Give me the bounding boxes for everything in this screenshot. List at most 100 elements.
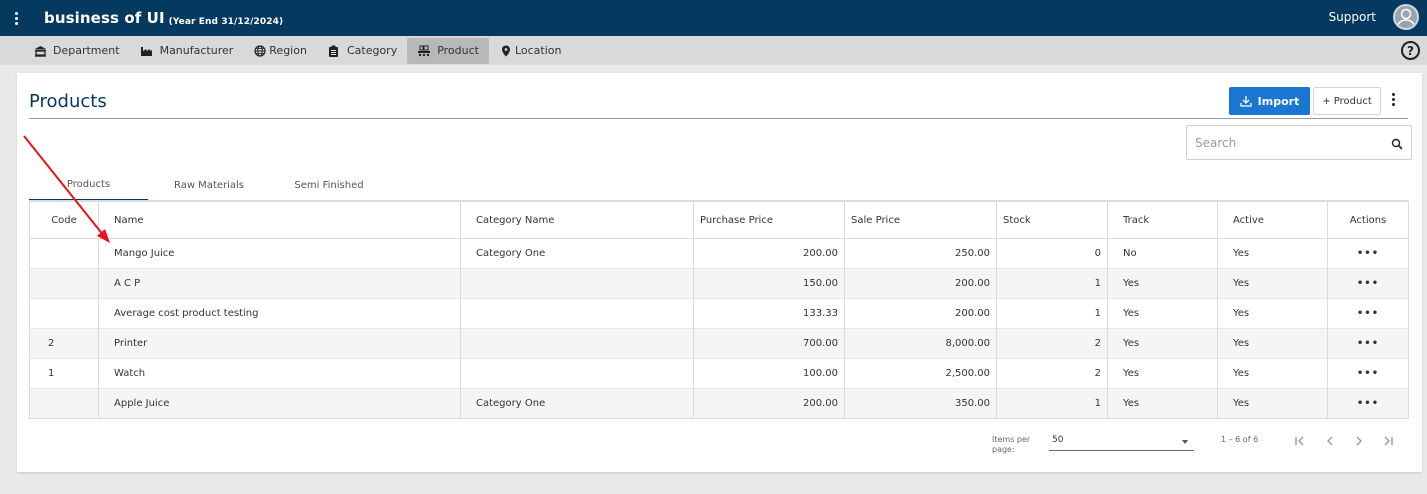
support-link[interactable]: Support xyxy=(1329,10,1376,24)
cell-sale-price: 350.00 xyxy=(844,388,997,419)
cell-name: Printer xyxy=(98,328,461,359)
cell-code xyxy=(29,238,99,269)
cell-track: Yes xyxy=(1107,358,1218,389)
table-header-row: Code Name Category Name Purchase Price S… xyxy=(29,201,1409,239)
page-range-label: 1 – 6 of 6 xyxy=(1221,435,1259,444)
cell-name: A C P xyxy=(98,268,461,299)
cell-category xyxy=(460,358,694,389)
cell-category xyxy=(460,268,694,299)
cell-code xyxy=(29,268,99,299)
more-options-icon[interactable] xyxy=(1389,93,1397,109)
cell-track: Yes xyxy=(1107,268,1218,299)
table-row[interactable]: A C P 150.00 200.00 1 Yes Yes ••• xyxy=(29,268,1409,299)
next-page-icon[interactable] xyxy=(1349,431,1369,451)
user-avatar-icon[interactable] xyxy=(1393,4,1419,30)
cell-track: Yes xyxy=(1107,388,1218,419)
table-row[interactable]: Apple Juice Category One 200.00 350.00 1… xyxy=(29,388,1409,419)
cell-purchase-price: 200.00 xyxy=(693,388,845,419)
column-header-purchase-price[interactable]: Purchase Price xyxy=(693,201,845,239)
help-icon[interactable]: ? xyxy=(1401,41,1420,60)
cell-stock: 2 xyxy=(996,328,1108,359)
column-header-active[interactable]: Active xyxy=(1217,201,1328,239)
cell-purchase-price: 133.33 xyxy=(693,298,845,329)
column-header-sale-price[interactable]: Sale Price xyxy=(844,201,997,239)
row-actions-icon[interactable]: ••• xyxy=(1327,358,1409,389)
items-per-page-label: Items per page: xyxy=(992,435,1031,454)
items-per-page-value: 50 xyxy=(1052,435,1064,445)
column-header-category[interactable]: Category Name xyxy=(460,201,694,239)
table-row[interactable]: Mango Juice Category One 200.00 250.00 0… xyxy=(29,238,1409,269)
cell-purchase-price: 150.00 xyxy=(693,268,845,299)
table-row[interactable]: Average cost product testing 133.33 200.… xyxy=(29,298,1409,329)
nav-item-manufacturer[interactable]: Manufacturer xyxy=(130,38,244,64)
cell-active: Yes xyxy=(1217,328,1328,359)
cell-active: Yes xyxy=(1217,268,1328,299)
cell-name: Mango Juice xyxy=(98,238,461,269)
building-icon xyxy=(33,44,47,58)
cell-active: Yes xyxy=(1217,388,1328,419)
cell-purchase-price: 700.00 xyxy=(693,328,845,359)
cell-active: Yes xyxy=(1217,238,1328,269)
title-divider xyxy=(29,118,1408,119)
cell-track: Yes xyxy=(1107,328,1218,359)
row-actions-icon[interactable]: ••• xyxy=(1327,388,1409,419)
cell-stock: 1 xyxy=(996,298,1108,329)
row-actions-icon[interactable]: ••• xyxy=(1327,298,1409,329)
cell-stock: 1 xyxy=(996,268,1108,299)
last-page-icon[interactable] xyxy=(1378,431,1398,451)
nav-item-department[interactable]: Department xyxy=(23,38,130,64)
table-row[interactable]: 1 Watch 100.00 2,500.00 2 Yes Yes ••• xyxy=(29,358,1409,389)
app-menu-icon[interactable] xyxy=(10,11,22,25)
column-header-stock[interactable]: Stock xyxy=(996,201,1108,239)
search-icon[interactable] xyxy=(1391,135,1403,154)
first-page-icon[interactable] xyxy=(1290,431,1310,451)
row-actions-icon[interactable]: ••• xyxy=(1327,238,1409,269)
cell-track: No xyxy=(1107,238,1218,269)
cell-code: 1 xyxy=(29,358,99,389)
import-button-label: Import xyxy=(1257,94,1300,108)
cell-sale-price: 2,500.00 xyxy=(844,358,997,389)
row-actions-icon[interactable]: ••• xyxy=(1327,328,1409,359)
cell-track: Yes xyxy=(1107,298,1218,329)
cell-stock: 1 xyxy=(996,388,1108,419)
row-actions-icon[interactable]: ••• xyxy=(1327,268,1409,299)
tab-raw-materials[interactable]: Raw Materials xyxy=(148,169,270,201)
cell-category: Category One xyxy=(460,238,694,269)
column-header-track[interactable]: Track xyxy=(1107,201,1218,239)
nav-item-category[interactable]: Category xyxy=(317,38,407,64)
add-product-button[interactable]: + Product xyxy=(1313,87,1381,115)
search-input[interactable] xyxy=(1187,126,1377,159)
nav-item-region[interactable]: Region xyxy=(243,38,317,64)
cell-stock: 0 xyxy=(996,238,1108,269)
nav-item-label: Department xyxy=(53,44,120,57)
page-title: Products xyxy=(29,91,107,112)
cell-purchase-price: 100.00 xyxy=(693,358,845,389)
fiscal-year-subtitle: (Year End 31/12/2024) xyxy=(168,17,284,27)
cell-code: 2 xyxy=(29,328,99,359)
nav-item-label: Manufacturer xyxy=(159,44,234,57)
dropdown-caret-icon xyxy=(1182,440,1188,444)
table-row[interactable]: 2 Printer 700.00 8,000.00 2 Yes Yes ••• xyxy=(29,328,1409,359)
tab-semi-finished[interactable]: Semi Finished xyxy=(270,169,388,201)
import-button[interactable]: Import xyxy=(1229,87,1310,115)
previous-page-icon[interactable] xyxy=(1320,431,1340,451)
app-title: business of UI (Year End 31/12/2024) xyxy=(44,9,283,27)
cell-sale-price: 250.00 xyxy=(844,238,997,269)
items-per-page-select[interactable]: 50 xyxy=(1049,433,1194,451)
nav-item-label: Product xyxy=(437,44,479,57)
nav-item-location[interactable]: Location xyxy=(489,38,572,64)
nav-item-label: Region xyxy=(269,44,307,57)
top-app-bar: business of UI (Year End 31/12/2024) Supp… xyxy=(0,0,1427,36)
cell-sale-price: 200.00 xyxy=(844,268,997,299)
globe-icon xyxy=(253,44,267,58)
tab-products[interactable]: Products xyxy=(29,169,148,201)
cell-sale-price: 200.00 xyxy=(844,298,997,329)
cell-active: Yes xyxy=(1217,358,1328,389)
cell-code xyxy=(29,388,99,419)
products-card: Products Import + Product Products Raw M… xyxy=(17,73,1422,472)
conveyor-icon xyxy=(417,44,431,58)
nav-item-product[interactable]: Product xyxy=(407,37,489,64)
map-pin-icon xyxy=(499,44,513,58)
column-header-name[interactable]: Name xyxy=(98,201,461,239)
column-header-code[interactable]: Code xyxy=(29,201,99,239)
